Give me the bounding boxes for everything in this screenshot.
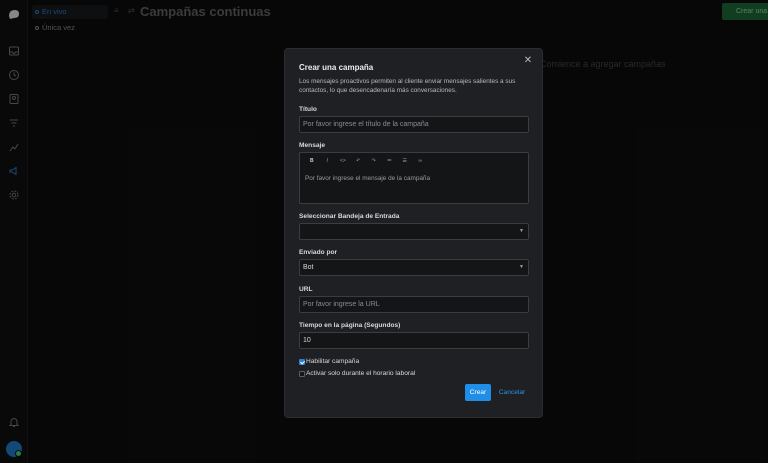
inbox-select[interactable]: ▼ [299, 223, 529, 240]
code-icon[interactable]: <> [335, 157, 351, 166]
undo-icon[interactable]: ↶ [351, 157, 367, 166]
message-placeholder: Por favor ingrese el mensaje de la campa… [305, 175, 431, 182]
sent-by-select[interactable]: Bot ▼ [299, 259, 529, 276]
modal-title: Crear una campaña [299, 63, 374, 72]
time-on-page-label: Tiempo en la página (Segundos) [299, 322, 401, 329]
app-root: En vivo Única vez ≡ ⇄ Campañas continuas… [0, 0, 768, 463]
inbox-label: Seleccionar Bandeja de Entrada [299, 213, 400, 220]
url-label: URL [299, 286, 313, 293]
url-input[interactable]: Por favor ingrese la URL [299, 296, 529, 313]
business-hours-checkbox[interactable] [299, 370, 305, 377]
chevron-down-icon: ▼ [519, 228, 524, 234]
enable-campaign-row[interactable]: Habilitar campaña [299, 358, 359, 365]
bold-icon[interactable]: B [304, 157, 320, 166]
editor-toolbar: B I <> ↶ ↷ ≔ ☰ ∞ [304, 157, 428, 166]
chevron-down-icon: ▼ [519, 264, 524, 270]
enable-campaign-checkbox[interactable] [299, 358, 305, 365]
bullet-list-icon[interactable]: ≔ [382, 157, 398, 166]
modal-description: Los mensajes proactivos permiten al clie… [299, 78, 516, 94]
link-icon[interactable]: ∞ [413, 157, 429, 166]
close-icon[interactable]: ✕ [522, 55, 534, 67]
message-editor[interactable]: B I <> ↶ ↷ ≔ ☰ ∞ Por favor ingrese el me… [299, 152, 529, 204]
business-hours-label: Activar solo durante el horario laboral [306, 370, 416, 377]
message-label: Mensaje [299, 142, 326, 149]
time-on-page-input[interactable]: 10 [299, 332, 529, 349]
create-button[interactable]: Crear [465, 384, 491, 401]
title-label: Título [299, 106, 317, 113]
business-hours-row[interactable]: Activar solo durante el horario laboral [299, 370, 415, 377]
create-campaign-modal: ✕ Crear una campaña Los mensajes proacti… [284, 48, 543, 418]
enable-campaign-label: Habilitar campaña [306, 358, 360, 365]
ordered-list-icon[interactable]: ☰ [397, 157, 413, 166]
italic-icon[interactable]: I [320, 157, 336, 166]
cancel-button[interactable]: Cancelar [496, 384, 528, 401]
sent-by-label: Enviado por [299, 249, 338, 256]
sent-by-value: Bot [303, 264, 314, 271]
title-input[interactable]: Por favor ingrese el título de la campañ… [299, 116, 529, 133]
redo-icon[interactable]: ↷ [366, 157, 382, 166]
